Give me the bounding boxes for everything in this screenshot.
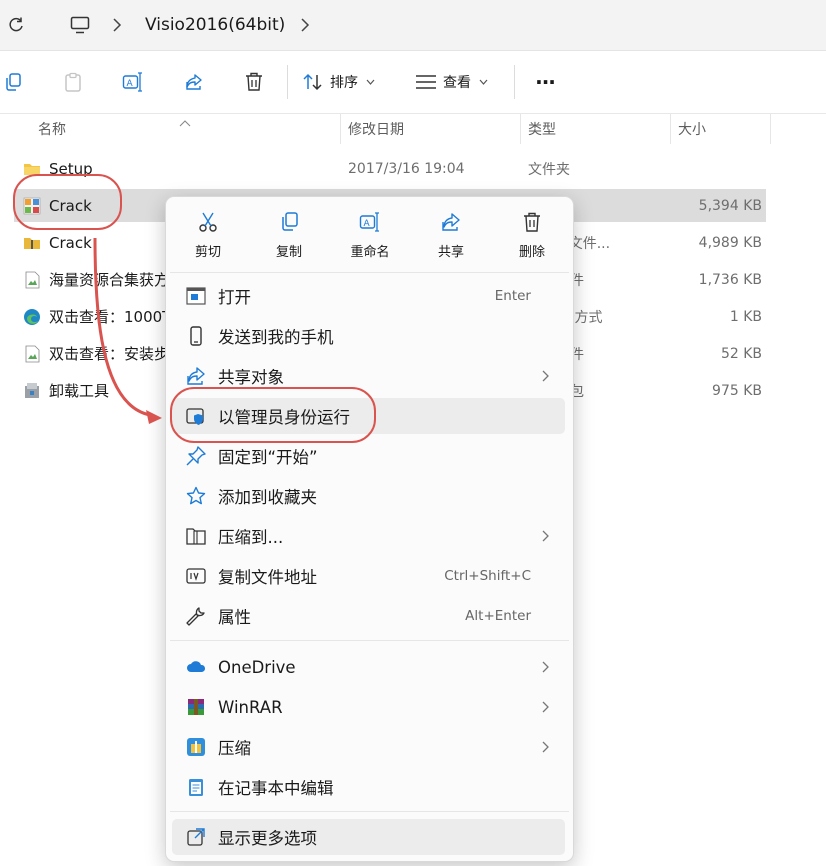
annotation-arrow — [93, 237, 162, 424]
